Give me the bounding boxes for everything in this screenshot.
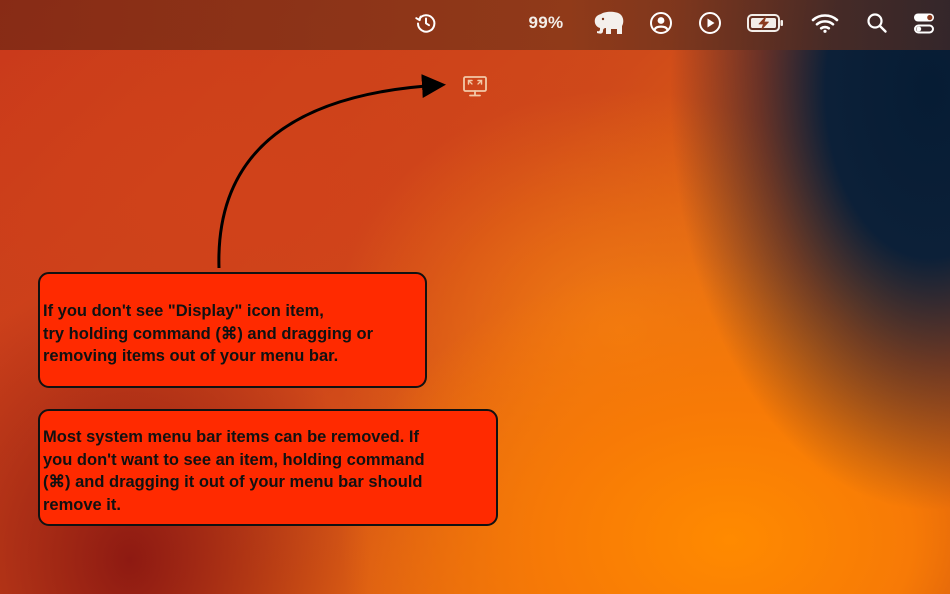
elephant-icon[interactable] bbox=[591, 0, 627, 46]
battery-percentage: 99% bbox=[522, 0, 570, 46]
battery-percentage-label: 99% bbox=[528, 13, 564, 32]
display-icon[interactable] bbox=[461, 72, 489, 98]
control-center-icon[interactable] bbox=[910, 0, 938, 46]
battery-charging-icon[interactable] bbox=[745, 0, 787, 46]
time-machine-icon[interactable] bbox=[412, 0, 440, 46]
callout-display-tip-text: If you don't see "Display" icon item, tr… bbox=[43, 302, 373, 365]
search-icon[interactable] bbox=[864, 0, 890, 46]
user-account-icon[interactable] bbox=[647, 0, 675, 46]
callout-remove-tip-text: Most system menu bar items can be remove… bbox=[43, 428, 425, 514]
play-icon[interactable] bbox=[696, 0, 724, 46]
menu-bar: 99% bbox=[0, 0, 950, 50]
wifi-icon[interactable] bbox=[810, 0, 840, 46]
callout-display-tip: If you don't see "Display" icon item, tr… bbox=[38, 272, 427, 388]
callout-remove-tip: Most system menu bar items can be remove… bbox=[38, 409, 498, 526]
